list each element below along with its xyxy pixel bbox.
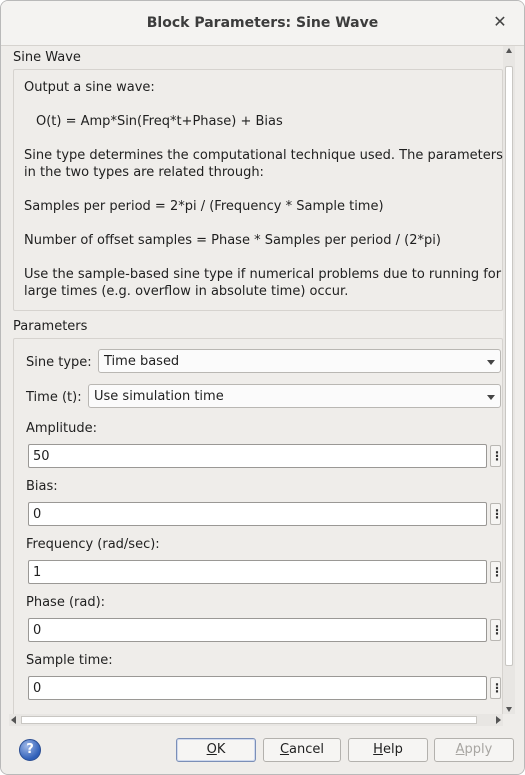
kebab-menu-icon[interactable]: ⋮ [490, 619, 503, 641]
description-line: large times (e.g. overflow in absolute t… [24, 284, 349, 299]
sample-time-label: Sample time: [26, 653, 113, 668]
help-mnemonic: H [373, 742, 383, 757]
amplitude-value: 50 [33, 449, 50, 464]
scroll-up-icon[interactable] [506, 48, 512, 53]
description-line: Sine type determines the computational t… [24, 148, 503, 163]
horizontal-scroll-thumb[interactable] [21, 716, 477, 724]
title-bar[interactable]: Block Parameters: Sine Wave ✕ [1, 1, 524, 46]
description-line: Samples per period = 2*pi / (Frequency *… [24, 199, 384, 214]
cancel-button[interactable]: Cancel [263, 738, 341, 762]
phase-value: 0 [33, 623, 42, 638]
apply-button[interactable]: Apply [434, 738, 514, 762]
kebab-menu-icon[interactable]: ⋮ [490, 677, 503, 699]
vertical-scroll-thumb[interactable] [505, 66, 513, 666]
description-line: in the two types are related through: [24, 165, 264, 180]
kebab-menu-icon[interactable]: ⋮ [490, 503, 503, 525]
frequency-label: Frequency (rad/sec): [26, 537, 160, 552]
button-bar: ? OK Cancel Help Apply [1, 728, 524, 774]
amplitude-label: Amplitude: [26, 421, 97, 436]
equation-line: O(t) = Amp*Sin(Freq*t+Phase) + Bias [36, 114, 283, 129]
vertical-scrollbar[interactable] [503, 46, 515, 714]
description-line: Output a sine wave: [24, 80, 155, 95]
sample-time-field[interactable]: 0 [28, 676, 487, 700]
cancel-mnemonic: C [279, 742, 290, 757]
bias-value: 0 [33, 507, 42, 522]
parameters-panel: Sine type: Time based Time (t): Use simu… [13, 338, 503, 714]
frequency-value: 1 [33, 565, 42, 580]
description-line: Use the sample-based sine type if numeri… [24, 267, 502, 282]
description-section-title: Sine Wave [13, 50, 81, 65]
scroll-right-icon[interactable] [496, 716, 501, 724]
chevron-down-icon [487, 395, 495, 400]
ok-mnemonic: O [206, 742, 217, 757]
sine-type-label: Sine type: [26, 355, 92, 370]
kebab-menu-icon[interactable]: ⋮ [490, 445, 503, 467]
amplitude-field[interactable]: 50 [28, 444, 487, 468]
frequency-field[interactable]: 1 [28, 560, 487, 584]
phase-label: Phase (rad): [26, 595, 106, 610]
time-dropdown[interactable]: Use simulation time [88, 384, 501, 408]
bias-label: Bias: [26, 479, 58, 494]
kebab-menu-icon[interactable]: ⋮ [490, 561, 503, 583]
ok-label: K [216, 742, 226, 757]
sine-type-dropdown[interactable]: Time based [98, 349, 501, 373]
cancel-label: ancel [289, 742, 325, 757]
help-button[interactable]: Help [348, 738, 428, 762]
parameters-section-title: Parameters [13, 319, 88, 334]
help-label: elp [382, 742, 403, 757]
chevron-down-icon [487, 360, 495, 365]
scroll-content: Sine Wave Output a sine wave: O(t) = Amp… [9, 46, 503, 714]
apply-label: pply [464, 742, 493, 757]
sine-type-value: Time based [104, 354, 180, 369]
time-label: Time (t): [26, 390, 82, 405]
ok-button[interactable]: OK [176, 738, 256, 762]
phase-field[interactable]: 0 [28, 618, 487, 642]
close-icon[interactable]: ✕ [490, 12, 510, 32]
bias-field[interactable]: 0 [28, 502, 487, 526]
description-panel: Output a sine wave: O(t) = Amp*Sin(Freq*… [13, 69, 503, 311]
dialog-window: Block Parameters: Sine Wave ✕ Sine Wave … [0, 0, 525, 775]
sample-time-value: 0 [33, 681, 42, 696]
scroll-left-icon[interactable] [11, 716, 16, 724]
scroll-down-icon[interactable] [506, 707, 512, 712]
horizontal-scrollbar[interactable] [9, 714, 503, 726]
apply-mnemonic: A [455, 742, 465, 757]
dialog-title: Block Parameters: Sine Wave [146, 15, 379, 31]
time-value: Use simulation time [94, 389, 224, 404]
help-icon[interactable]: ? [19, 739, 41, 761]
description-line: Number of offset samples = Phase * Sampl… [24, 233, 441, 248]
